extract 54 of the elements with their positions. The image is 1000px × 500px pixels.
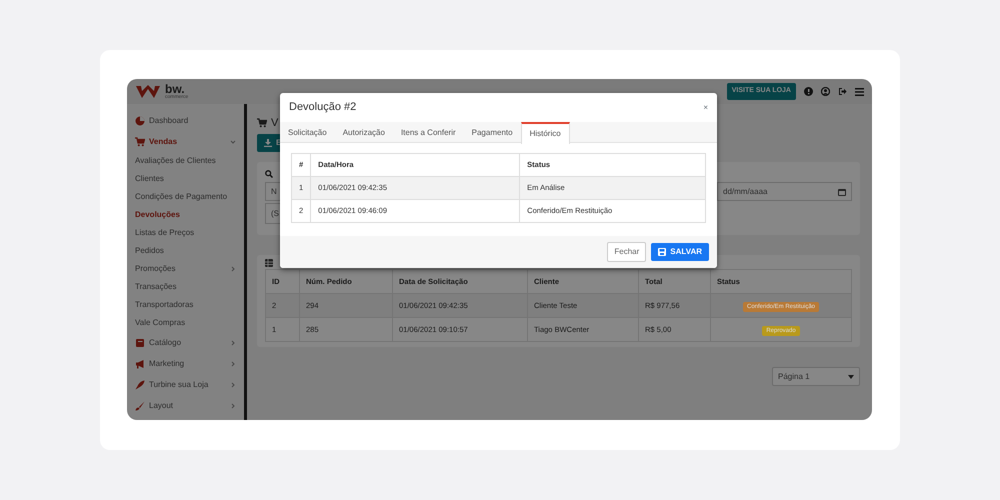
tab[interactable]: Histórico	[520, 122, 570, 144]
chevron-icon	[230, 382, 236, 388]
date-placeholder: dd/mm/aaaa	[723, 186, 768, 198]
tab[interactable]: Itens a Conferir	[392, 122, 464, 143]
calendar-icon	[838, 188, 846, 196]
sidebar-subitem[interactable]: Transações	[127, 278, 244, 296]
logo-icon	[135, 84, 161, 100]
chevron-icon	[230, 402, 236, 408]
nav-icon	[135, 380, 145, 390]
save-icon	[658, 248, 666, 256]
sidebar-subitem[interactable]: Promoções	[127, 260, 244, 278]
close-button[interactable]: ×	[703, 102, 708, 114]
table-icon	[265, 259, 273, 267]
chevron-icon	[230, 138, 236, 144]
tab[interactable]: Pagamento	[464, 122, 521, 143]
tab[interactable]: Autorização	[334, 122, 393, 143]
page-title: V	[271, 116, 278, 131]
chevron-icon	[230, 266, 236, 272]
search-icon	[265, 170, 273, 178]
sidebar-subitem[interactable]: Listas de Preços	[127, 224, 244, 242]
sidebar-subitem[interactable]: Devoluções	[127, 206, 244, 224]
chevron-icon	[230, 340, 236, 346]
nav-icon	[135, 338, 145, 348]
nav-icon	[135, 400, 145, 410]
logout-icon[interactable]	[838, 87, 847, 96]
nav-icon	[135, 358, 145, 368]
sidebar-item[interactable]: Vendas	[127, 131, 244, 152]
sidebar-item[interactable]: Turbine sua Loja	[127, 374, 244, 395]
sidebar-item[interactable]: Catálogo	[127, 332, 244, 353]
sidebar-subitem[interactable]: Transportadoras	[127, 296, 244, 314]
sidebar-subitem[interactable]: Vale Compras	[127, 314, 244, 332]
sidebar-subitem[interactable]: Avaliações de Clientes	[127, 152, 244, 170]
caret-icon	[848, 374, 854, 378]
download-icon	[264, 139, 272, 147]
cart-icon	[257, 118, 267, 128]
sidebar-subitem[interactable]: Condições de Pagamento	[127, 188, 244, 206]
sidebar-subitem[interactable]: Pedidos	[127, 242, 244, 260]
nav-icon	[135, 116, 145, 126]
date-field[interactable]: dd/mm/aaaa	[717, 182, 852, 201]
nav-icon	[135, 136, 145, 146]
page-select[interactable]: Página 1	[772, 367, 860, 386]
close-button[interactable]: Fechar	[607, 242, 646, 262]
chevron-icon	[230, 360, 236, 366]
tab[interactable]: Solicitação	[280, 122, 335, 143]
logo-text: bw.	[165, 83, 185, 95]
modal-title: Devolução #2	[289, 100, 356, 116]
sidebar-item[interactable]: Dashboard	[127, 110, 244, 131]
help-icon[interactable]	[804, 87, 813, 96]
sidebar-item[interactable]: Marketing	[127, 353, 244, 374]
sidebar-item[interactable]: Layout	[127, 395, 244, 416]
save-button[interactable]: SALVAR	[651, 243, 709, 261]
user-icon[interactable]	[821, 87, 830, 96]
sidebar-subitem[interactable]: Clientes	[127, 170, 244, 188]
menu-icon[interactable]	[855, 88, 864, 96]
